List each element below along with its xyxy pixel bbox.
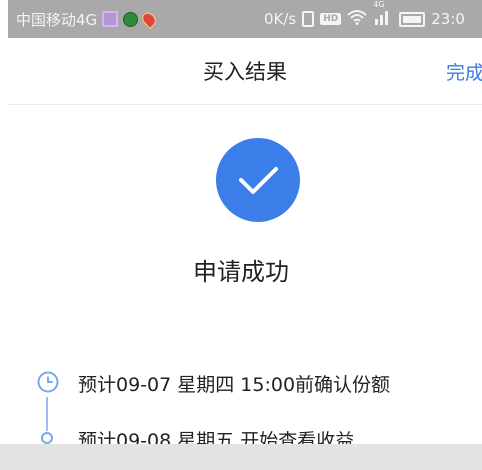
nav-bar: 买入结果 完成	[8, 38, 482, 105]
vibrate-icon	[302, 11, 315, 27]
success-check-icon	[216, 138, 300, 222]
network-type: 4G	[373, 0, 385, 9]
clock-time: 23:0	[431, 10, 465, 28]
done-button[interactable]: 完成	[446, 38, 482, 104]
hd-icon: HD	[320, 13, 342, 25]
success-message: 申请成功	[193, 258, 289, 286]
signal-icon: 4G	[373, 0, 393, 29]
carrier-label: 中国移动4G	[16, 10, 98, 29]
map-pin-icon	[139, 9, 159, 29]
battery-icon	[399, 11, 426, 27]
status-bar: 中国移动4G 0K/s HD 4G 23:0	[8, 0, 482, 38]
status-right: 0K/s HD 4G 23:0	[264, 0, 465, 38]
app-leaf-icon	[123, 11, 139, 27]
network-speed: 0K/s	[264, 10, 297, 28]
timeline-item: 预计09-07 星期四 15:00前确认份额	[0, 368, 482, 398]
timeline-item-text: 预计09-07 星期四 15:00前确认份额	[78, 373, 391, 396]
page-title: 买入结果	[203, 60, 287, 84]
bottom-bar	[0, 444, 482, 470]
wifi-icon	[347, 9, 367, 29]
gallery-icon	[102, 11, 119, 27]
